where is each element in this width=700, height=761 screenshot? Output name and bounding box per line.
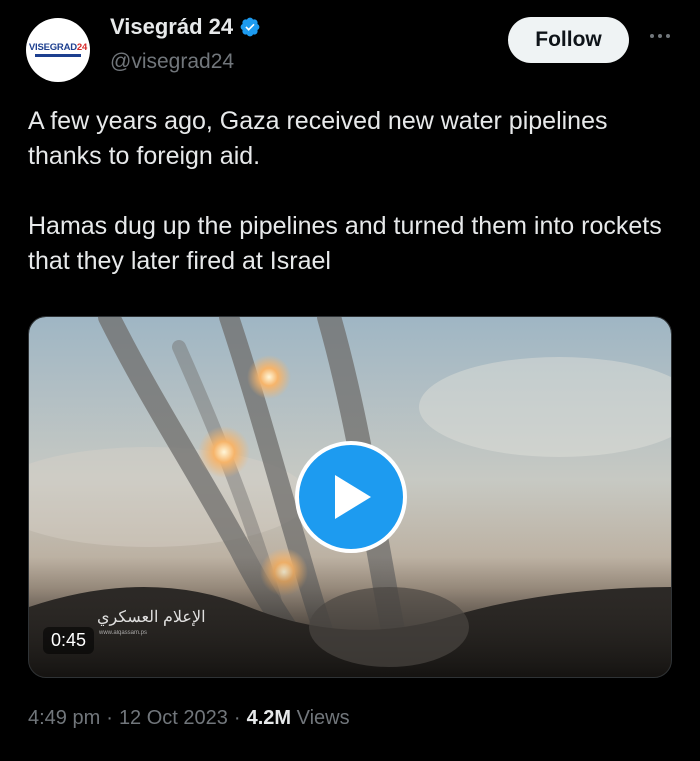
author-name-row[interactable]: Visegrád 24 bbox=[110, 14, 261, 40]
separator-dot: · bbox=[233, 707, 241, 729]
separator-dot: · bbox=[106, 707, 113, 729]
more-dot bbox=[666, 34, 670, 38]
more-dot bbox=[658, 34, 662, 38]
avatar[interactable]: VISEGRAD24 bbox=[26, 18, 90, 82]
more-horizontal-icon[interactable] bbox=[646, 26, 674, 46]
avatar-logo: VISEGRAD24 bbox=[28, 42, 88, 53]
tweet-date[interactable]: 12 Oct 2023 bbox=[119, 707, 228, 729]
more-dot bbox=[650, 34, 654, 38]
verified-badge-icon bbox=[240, 17, 260, 37]
video-watermark-url: www.alqassam.ps bbox=[99, 630, 148, 636]
tweet-paragraph: A few years ago, Gaza received new water… bbox=[28, 107, 608, 170]
author-name[interactable]: Visegrád 24 bbox=[110, 14, 233, 40]
avatar-logo-stripe bbox=[35, 54, 81, 57]
play-button[interactable] bbox=[295, 441, 407, 553]
video-duration: 0:45 bbox=[43, 627, 95, 654]
video-player[interactable]: الإعلام العسكري www.alqassam.ps 0:45 bbox=[28, 316, 672, 678]
tweet-meta: 4:49 pm · 12 Oct 2023 · 4.2M Views bbox=[28, 707, 350, 730]
tweet-paragraph: Hamas dug up the pipelines and turned th… bbox=[28, 212, 662, 275]
views-count[interactable]: 4.2M bbox=[247, 707, 291, 729]
views-label[interactable]: Views bbox=[297, 707, 350, 729]
author-handle[interactable]: @visegrad24 bbox=[110, 50, 234, 74]
play-icon bbox=[335, 475, 371, 519]
tweet-time[interactable]: 4:49 pm bbox=[28, 707, 100, 729]
video-watermark: الإعلام العسكري bbox=[97, 609, 206, 626]
follow-button[interactable]: Follow bbox=[508, 17, 629, 63]
tweet-text: A few years ago, Gaza received new water… bbox=[28, 104, 678, 279]
